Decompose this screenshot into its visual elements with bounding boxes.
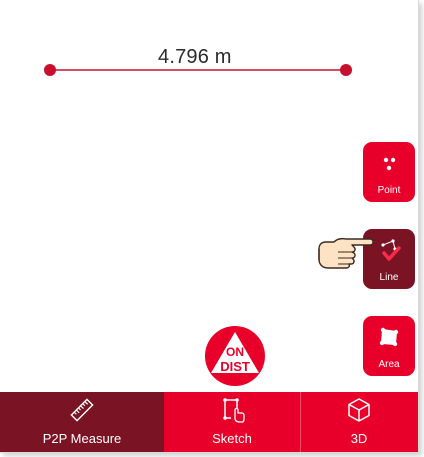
tab-p2p-measure-label: P2P Measure bbox=[42, 431, 122, 446]
cube-icon bbox=[348, 398, 370, 422]
pointing-hand-icon bbox=[318, 237, 374, 269]
on-dist-button[interactable]: ON DIST bbox=[204, 325, 266, 387]
bottom-tab-bar: P2P Measure Sketch 3D bbox=[0, 392, 418, 452]
line-button-label: Line bbox=[379, 272, 399, 283]
ruler-icon bbox=[70, 398, 94, 422]
measurement-end-point[interactable] bbox=[340, 64, 352, 76]
measurement-value-label: 4.796 m bbox=[158, 46, 232, 68]
area-icon bbox=[379, 327, 399, 347]
tab-p2p-measure[interactable]: P2P Measure bbox=[0, 392, 164, 452]
area-button-label: Area bbox=[378, 359, 400, 370]
measurement-start-point[interactable] bbox=[44, 64, 56, 76]
area-mode-button[interactable]: Area bbox=[363, 316, 415, 376]
dist-label: DIST bbox=[220, 359, 250, 374]
on-label: ON bbox=[226, 345, 244, 359]
tab-3d[interactable]: 3D bbox=[301, 392, 417, 452]
point-icon bbox=[383, 157, 396, 171]
tab-sketch-label: Sketch bbox=[212, 431, 252, 446]
tab-sketch[interactable]: Sketch bbox=[164, 392, 301, 452]
point-button-label: Point bbox=[377, 185, 401, 196]
tab-3d-label: 3D bbox=[350, 431, 368, 446]
sketch-icon bbox=[223, 398, 245, 423]
point-mode-button[interactable]: Point bbox=[363, 142, 415, 202]
app-screen: 4.796 m Point Line Area ON DIST P2P Meas… bbox=[0, 0, 424, 457]
